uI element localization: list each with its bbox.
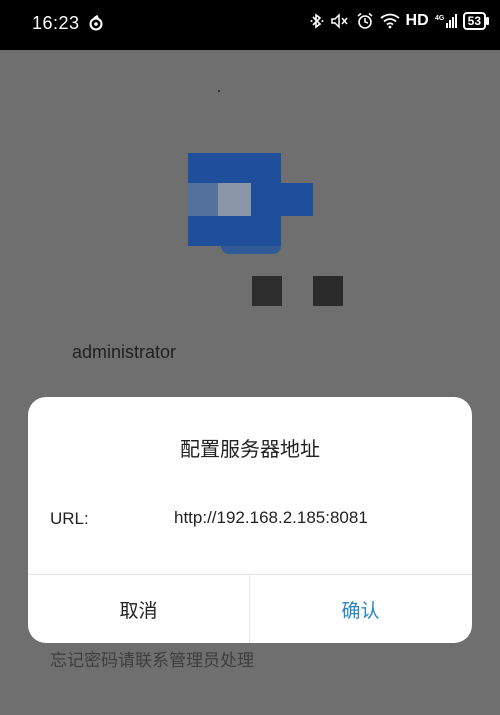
svg-text:4G: 4G (435, 15, 445, 22)
confirm-button[interactable]: 确认 (250, 575, 471, 643)
decorative-dot (218, 90, 220, 92)
app-notification-icon (88, 14, 104, 31)
url-input[interactable] (168, 501, 464, 535)
signal-4g-icon: 4G (435, 12, 457, 30)
battery-icon: 53 (462, 12, 490, 30)
status-time: 16:23 (32, 13, 80, 33)
battery-level: 53 (467, 14, 481, 28)
forgot-password-text[interactable]: 忘记密码请联系管理员处理 (50, 646, 254, 671)
status-icons: HD 4G 53 (310, 12, 490, 30)
username-text: administrator (72, 342, 177, 362)
url-label: URL: (50, 509, 89, 528)
phone-screen: 16:23 HD 4G 53 administrator 忘记密码请联系管理员处… (0, 0, 500, 715)
dialog-title: 配置服务器地址 (180, 437, 320, 461)
alarm-icon (356, 12, 374, 30)
app-logo (186, 153, 343, 306)
server-config-dialog: 配置服务器地址 URL: 取消 确认 (28, 397, 472, 643)
wifi-icon (379, 13, 400, 29)
cancel-button[interactable]: 取消 (28, 575, 249, 643)
hd-indicator: HD (405, 12, 429, 29)
bluetooth-icon (310, 12, 324, 30)
mute-icon (330, 12, 350, 30)
status-bar: 16:23 HD 4G 53 (0, 0, 500, 50)
